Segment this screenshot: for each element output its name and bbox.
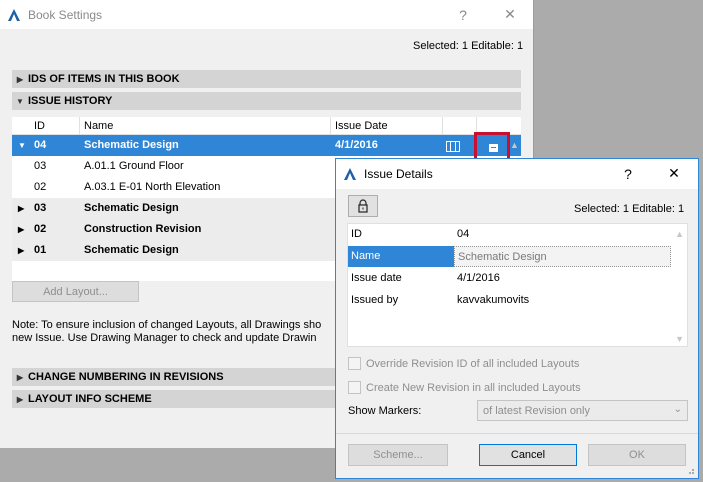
row-id: 01 (34, 244, 47, 256)
section-layout-info-scheme[interactable]: ▶ LAYOUT INFO SCHEME (12, 390, 342, 408)
section-label: IDS OF ITEMS IN THIS BOOK (28, 73, 180, 85)
layout-book-icon[interactable] (446, 141, 460, 152)
properties-list: ID 04 Name Schematic Design Issue date 4… (347, 223, 688, 347)
property-row-name[interactable]: Name Schematic Design (348, 246, 671, 267)
scroll-down-icon[interactable]: ▼ (675, 334, 684, 344)
resize-grip-icon[interactable] (685, 465, 695, 475)
checkbox-label: Override Revision ID of all included Lay… (366, 357, 580, 370)
show-markers-select[interactable]: of latest Revision only ⌄ (477, 400, 688, 421)
scroll-up-icon[interactable]: ▲ (675, 229, 684, 239)
divider (336, 433, 698, 434)
row-date: 4/1/2016 (335, 139, 378, 151)
expand-arrow-icon: ▶ (18, 204, 25, 213)
row-id: 03 (34, 160, 47, 172)
property-value: kavvakumovits (457, 294, 530, 306)
property-key: Issue date (351, 272, 402, 284)
property-key: ID (351, 228, 362, 240)
section-change-numbering[interactable]: ▶ CHANGE NUMBERING IN REVISIONS (12, 368, 342, 386)
lock-button[interactable] (348, 195, 378, 217)
property-key: Issued by (351, 294, 399, 306)
scheme-button[interactable]: Scheme... (348, 444, 448, 466)
help-button[interactable]: ? (443, 0, 483, 29)
issue-details-icon[interactable] (489, 144, 498, 152)
note-line: Note: To ensure inclusion of changed Lay… (12, 319, 322, 331)
checkbox-icon (348, 381, 361, 394)
section-label: ISSUE HISTORY (28, 95, 113, 107)
property-key: Name (348, 246, 454, 267)
select-value: of latest Revision only (483, 405, 590, 417)
property-row-issue-date: Issue date 4/1/2016 (348, 268, 671, 289)
expand-arrow-icon: ▶ (16, 372, 24, 382)
name-input[interactable]: Schematic Design (454, 246, 671, 267)
checkbox-icon (348, 357, 361, 370)
override-revision-checkbox[interactable]: Override Revision ID of all included Lay… (348, 357, 579, 370)
expand-arrow-icon: ▶ (18, 225, 25, 234)
property-row-id: ID 04 (348, 224, 671, 245)
dialog-title: Issue Details (364, 167, 433, 181)
dialog-selection-info: Selected: 1 Editable: 1 (574, 203, 685, 215)
section-label: CHANGE NUMBERING IN REVISIONS (28, 371, 224, 383)
table-header: ID Name Issue Date (12, 117, 521, 135)
add-layout-button[interactable]: Add Layout... (12, 281, 139, 302)
window-title: Book Settings (28, 7, 103, 22)
table-row[interactable]: ▼ 04 Schematic Design 4/1/2016 (12, 135, 521, 156)
chevron-down-icon: ⌄ (673, 404, 682, 415)
close-button[interactable]: ✕ (654, 159, 694, 188)
property-value: 04 (457, 228, 470, 240)
row-id: 02 (34, 223, 47, 235)
row-id: 02 (34, 181, 47, 193)
section-label: LAYOUT INFO SCHEME (28, 393, 152, 405)
property-value: 4/1/2016 (457, 272, 500, 284)
lock-icon (358, 199, 368, 213)
column-header-id[interactable]: ID (34, 120, 45, 132)
note-text: Note: To ensure inclusion of changed Lay… (12, 319, 342, 345)
ok-button[interactable]: OK (588, 444, 686, 466)
close-button[interactable]: ✕ (490, 0, 530, 29)
note-line: new Issue. Use Drawing Manager to check … (12, 332, 317, 344)
create-revision-checkbox[interactable]: Create New Revision in all included Layo… (348, 381, 581, 394)
collapse-arrow-icon: ▼ (18, 141, 26, 150)
archicad-app-icon (8, 8, 20, 21)
column-header-name[interactable]: Name (84, 120, 113, 132)
expand-arrow-icon: ▶ (18, 246, 25, 255)
row-name: A.03.1 E-01 North Elevation (84, 181, 221, 193)
cancel-button[interactable]: Cancel (479, 444, 577, 466)
expand-arrow-icon: ▶ (16, 394, 24, 404)
row-name: Schematic Design (84, 202, 179, 214)
row-name: Construction Revision (84, 223, 202, 235)
show-markers-label: Show Markers: (348, 405, 422, 417)
row-name: Schematic Design (84, 244, 179, 256)
column-header-issue-date[interactable]: Issue Date (335, 120, 388, 132)
collapse-arrow-icon: ▼ (16, 96, 24, 106)
section-issue-history[interactable]: ▼ ISSUE HISTORY (12, 92, 521, 110)
archicad-app-icon (344, 168, 356, 180)
dialog-title-bar: Issue Details ? ✕ (336, 159, 698, 189)
row-name: Schematic Design (84, 139, 179, 151)
help-button[interactable]: ? (608, 159, 648, 188)
selection-info: Selected: 1 Editable: 1 (413, 40, 524, 52)
expand-arrow-icon: ▶ (16, 74, 24, 84)
scroll-up-icon[interactable]: ▲ (510, 140, 519, 150)
section-ids-of-items[interactable]: ▶ IDS OF ITEMS IN THIS BOOK (12, 70, 521, 88)
row-name: A.01.1 Ground Floor (84, 160, 184, 172)
property-row-issued-by: Issued by kavvakumovits (348, 290, 671, 311)
issue-details-dialog: Issue Details ? ✕ Selected: 1 Editable: … (335, 158, 699, 479)
row-id: 04 (34, 139, 47, 151)
title-bar: Book Settings ? ✕ (0, 0, 533, 29)
checkbox-label: Create New Revision in all included Layo… (366, 381, 581, 394)
row-id: 03 (34, 202, 47, 214)
